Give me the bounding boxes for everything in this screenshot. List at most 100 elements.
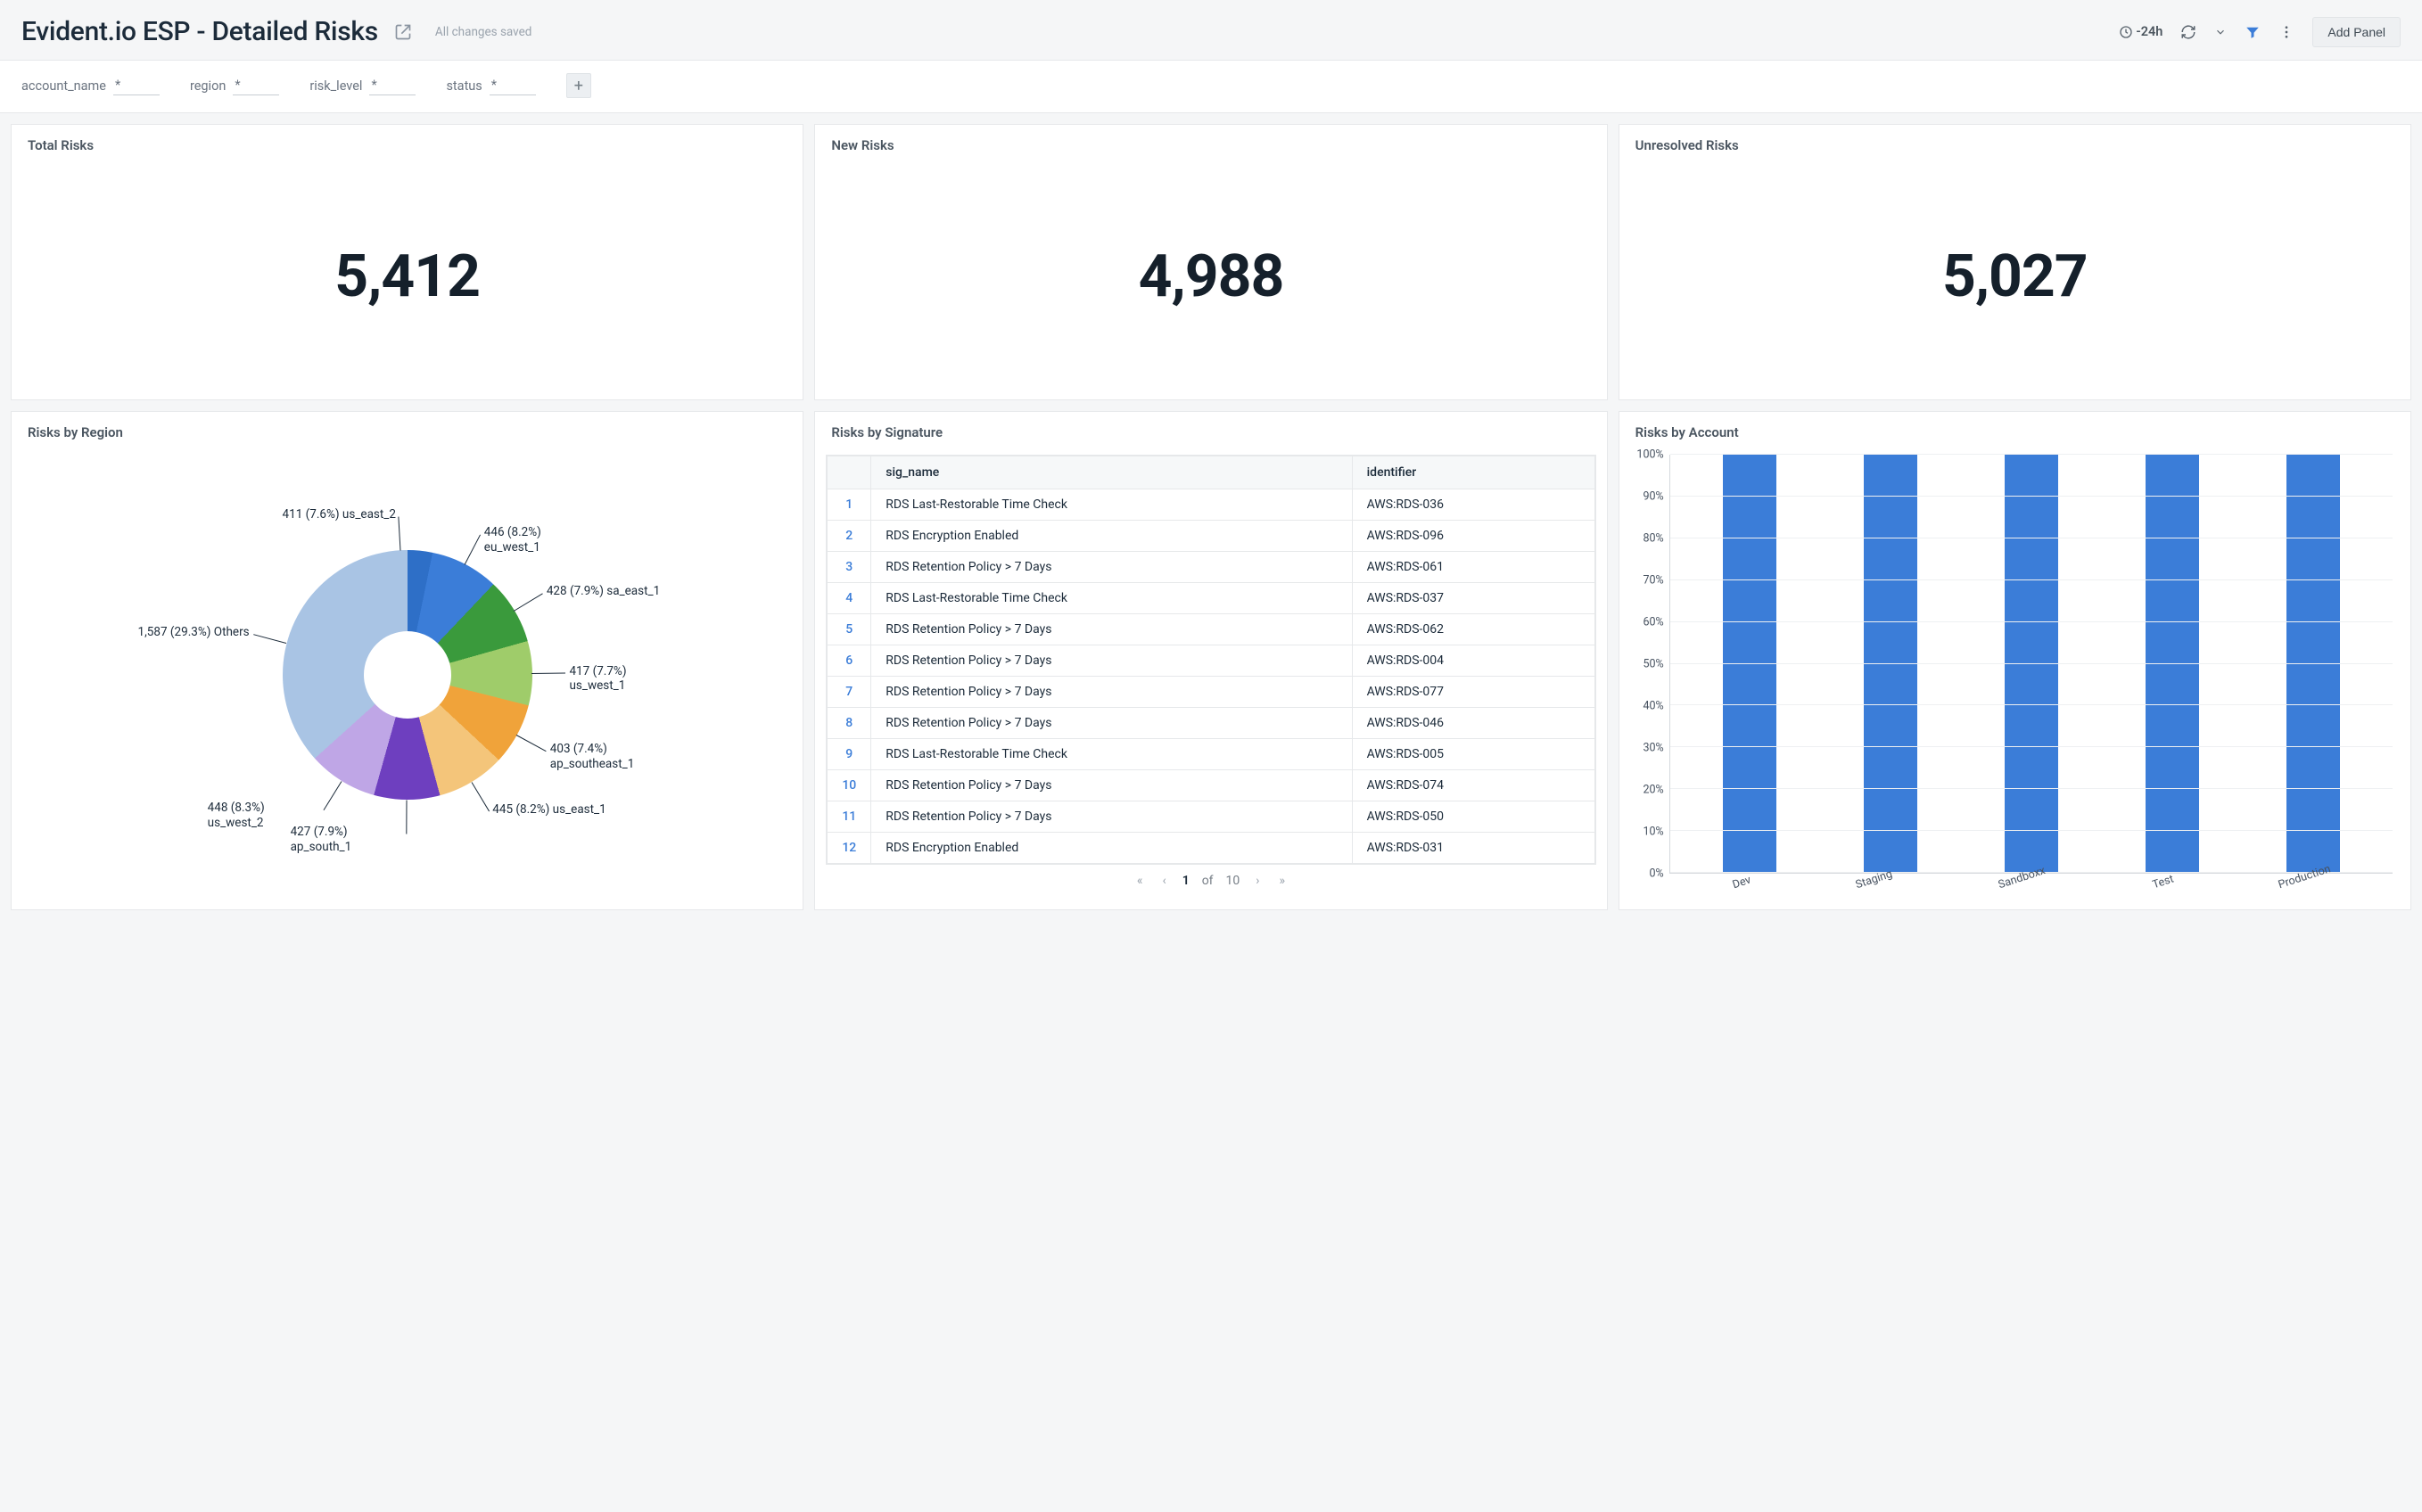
share-icon[interactable]: [394, 23, 412, 41]
cell-sig-name: RDS Last-Restorable Time Check: [871, 739, 1352, 770]
cell-identifier: AWS:RDS-077: [1352, 677, 1594, 708]
cell-sig-name: RDS Encryption Enabled: [871, 833, 1352, 864]
cell-identifier: AWS:RDS-046: [1352, 708, 1594, 739]
cell-identifier: AWS:RDS-074: [1352, 770, 1594, 801]
cell-identifier: AWS:RDS-062: [1352, 614, 1594, 645]
panel-title: New Risks: [815, 125, 1606, 159]
cell-identifier: AWS:RDS-031: [1352, 833, 1594, 864]
filter-value[interactable]: *: [233, 76, 279, 95]
cell-sig-name: RDS Last-Restorable Time Check: [871, 583, 1352, 614]
cell-sig-name: RDS Retention Policy > 7 Days: [871, 677, 1352, 708]
x-label: Test: [2151, 873, 2175, 892]
more-vertical-icon: [2278, 24, 2294, 40]
panel-title: Risks by Signature: [815, 412, 1606, 446]
bar[interactable]: [1864, 455, 1917, 873]
add-panel-button[interactable]: Add Panel: [2312, 17, 2401, 47]
table-row[interactable]: 4RDS Last-Restorable Time CheckAWS:RDS-0…: [828, 583, 1594, 614]
cell-identifier: AWS:RDS-004: [1352, 645, 1594, 677]
row-index: 10: [828, 770, 871, 801]
y-tick: 0%: [1649, 867, 1663, 881]
col-identifier[interactable]: identifier: [1352, 456, 1594, 489]
saved-status: All changes saved: [435, 25, 532, 39]
cell-identifier: AWS:RDS-037: [1352, 583, 1594, 614]
filter-account_name[interactable]: account_name*: [21, 76, 160, 95]
pager-last[interactable]: »: [1276, 872, 1289, 890]
signature-table-scroll[interactable]: sig_name identifier 1RDS Last-Restorable…: [826, 455, 1595, 865]
y-tick: 80%: [1643, 532, 1663, 546]
table-row[interactable]: 7RDS Retention Policy > 7 DaysAWS:RDS-07…: [828, 677, 1594, 708]
filter-label: risk_level: [309, 78, 362, 94]
table-row[interactable]: 8RDS Retention Policy > 7 DaysAWS:RDS-04…: [828, 708, 1594, 739]
row-index: 6: [828, 645, 871, 677]
row-index: 1: [828, 489, 871, 521]
donut-label: 411 (7.6%) us_east_2: [283, 507, 396, 522]
add-filter-button[interactable]: +: [566, 73, 591, 98]
y-tick: 40%: [1643, 700, 1663, 713]
filter-value[interactable]: *: [369, 76, 416, 95]
page-header: Evident.io ESP - Detailed Risks All chan…: [0, 0, 2422, 61]
pager-first[interactable]: «: [1133, 872, 1147, 890]
filter-toggle[interactable]: [2241, 21, 2264, 44]
table-row[interactable]: 11RDS Retention Policy > 7 DaysAWS:RDS-0…: [828, 801, 1594, 833]
table-row[interactable]: 9RDS Last-Restorable Time CheckAWS:RDS-0…: [828, 739, 1594, 770]
donut-label: 448 (8.3%) us_west_2: [208, 801, 324, 831]
panel-title: Total Risks: [12, 125, 803, 159]
cell-identifier: AWS:RDS-036: [1352, 489, 1594, 521]
refresh-dropdown[interactable]: [2211, 22, 2230, 42]
table-row[interactable]: 5RDS Retention Policy > 7 DaysAWS:RDS-06…: [828, 614, 1594, 645]
chevron-down-icon: [2214, 26, 2227, 38]
table-row[interactable]: 6RDS Retention Policy > 7 DaysAWS:RDS-00…: [828, 645, 1594, 677]
filter-status[interactable]: status*: [446, 76, 535, 95]
y-tick: 100%: [1636, 448, 1663, 462]
pager-of: of: [1202, 874, 1214, 888]
filter-value[interactable]: *: [113, 76, 160, 95]
signature-table: sig_name identifier 1RDS Last-Restorable…: [827, 456, 1594, 865]
cell-sig-name: RDS Retention Policy > 7 Days: [871, 552, 1352, 583]
row-index: 7: [828, 677, 871, 708]
panel-title: Risks by Account: [1619, 412, 2410, 446]
table-row[interactable]: 10RDS Retention Policy > 7 DaysAWS:RDS-0…: [828, 770, 1594, 801]
bar-chart: 100%90%80%70%60%50%40%30%20%10%0% DevSta…: [1628, 455, 2393, 874]
more-menu[interactable]: [2275, 21, 2298, 44]
row-index: 2: [828, 521, 871, 552]
filter-value[interactable]: *: [490, 76, 536, 95]
row-index: 11: [828, 801, 871, 833]
panel-total-risks[interactable]: Total Risks 5,412: [11, 124, 803, 400]
col-sig-name[interactable]: sig_name: [871, 456, 1352, 489]
refresh-button[interactable]: [2177, 21, 2200, 44]
y-tick: 50%: [1643, 658, 1663, 671]
time-range-picker[interactable]: -24h: [2115, 21, 2166, 43]
donut-label: 1,587 (29.3%) Others: [138, 625, 250, 640]
y-tick: 30%: [1643, 742, 1663, 755]
cell-identifier: AWS:RDS-096: [1352, 521, 1594, 552]
filter-region[interactable]: region *: [190, 76, 279, 95]
panel-risks-by-account[interactable]: Risks by Account 100%90%80%70%60%50%40%3…: [1619, 411, 2411, 910]
cell-sig-name: RDS Retention Policy > 7 Days: [871, 770, 1352, 801]
pager-page: 1: [1182, 874, 1190, 888]
panel-title: Risks by Region: [12, 412, 803, 446]
bar[interactable]: [2286, 455, 2340, 873]
panel-unresolved-risks[interactable]: Unresolved Risks 5,027: [1619, 124, 2411, 400]
filter-bar: account_name*region*risk_level*status* +: [0, 61, 2422, 113]
bar[interactable]: [2146, 455, 2199, 873]
pager-prev[interactable]: ‹: [1158, 872, 1169, 890]
filter-label: region: [190, 78, 226, 94]
donut-label: 403 (7.4%) ap_southeast_1: [550, 742, 666, 772]
row-index: 12: [828, 833, 871, 864]
y-tick: 20%: [1643, 784, 1663, 797]
filter-risk_level[interactable]: risk_level *: [309, 76, 416, 95]
bar[interactable]: [2005, 455, 2058, 873]
panel-new-risks[interactable]: New Risks 4,988: [814, 124, 1607, 400]
table-row[interactable]: 12RDS Encryption EnabledAWS:RDS-031: [828, 833, 1594, 864]
table-row[interactable]: 2RDS Encryption EnabledAWS:RDS-096: [828, 521, 1594, 552]
panel-risks-by-signature[interactable]: Risks by Signature sig_name identifier 1…: [814, 411, 1607, 910]
cell-identifier: AWS:RDS-050: [1352, 801, 1594, 833]
panel-risks-by-region[interactable]: Risks by Region 411 (7.6%) us_east_2446 …: [11, 411, 803, 910]
table-row[interactable]: 3RDS Retention Policy > 7 DaysAWS:RDS-06…: [828, 552, 1594, 583]
bar[interactable]: [1723, 455, 1776, 873]
clock-icon: [2119, 25, 2133, 39]
cell-sig-name: RDS Retention Policy > 7 Days: [871, 645, 1352, 677]
row-index: 8: [828, 708, 871, 739]
pager-next[interactable]: ›: [1252, 872, 1263, 890]
table-row[interactable]: 1RDS Last-Restorable Time CheckAWS:RDS-0…: [828, 489, 1594, 521]
